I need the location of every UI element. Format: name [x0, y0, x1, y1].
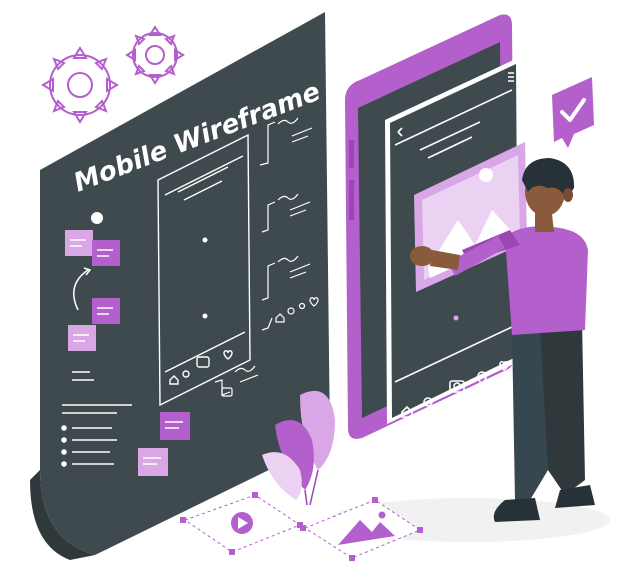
phone-side-button [349, 140, 354, 168]
checkmark-icon [552, 77, 594, 148]
mobile-wireframe-illustration: Mobile Wireframe [30, 12, 610, 561]
gear-icon [41, 46, 119, 124]
phone-side-button [349, 180, 354, 220]
gear-icon [125, 25, 185, 85]
